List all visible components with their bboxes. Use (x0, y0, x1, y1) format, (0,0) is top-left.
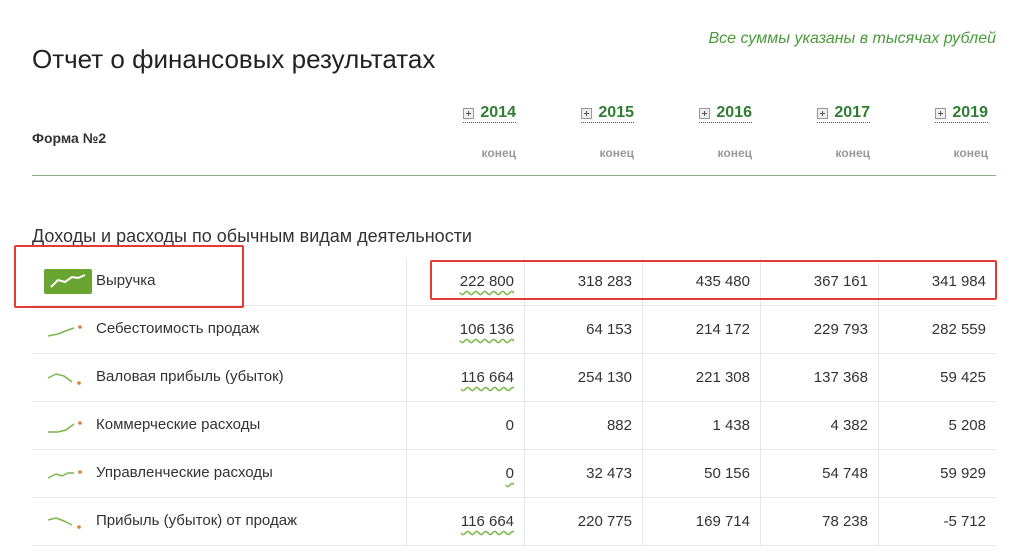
value-cell: 882 (524, 402, 642, 449)
value-cell: 78 238 (760, 498, 878, 545)
period-label: конец (717, 145, 752, 160)
year-column-2015: 2015 конец (516, 104, 634, 160)
value-cell: 50 156 (642, 450, 760, 497)
row-label[interactable]: Управленческие расходы (96, 464, 273, 481)
year-column-2017: 2017 конец (752, 104, 870, 160)
row-label[interactable]: Прибыль (убыток) от продаж (96, 512, 297, 529)
expand-icon (463, 107, 475, 119)
expand-icon (817, 107, 829, 119)
year-column-2014: 2014 конец (398, 104, 516, 160)
trend-sparkline-icon[interactable] (46, 318, 86, 340)
value-cell: 254 130 (524, 354, 642, 401)
year-link-2014[interactable]: 2014 (463, 104, 516, 123)
row-label[interactable]: Себестоимость продаж (96, 320, 259, 337)
value-cell: 5 208 (878, 402, 996, 449)
table-row-selling-expenses[interactable]: Коммерческие расходы 0 882 1 438 4 382 5… (32, 402, 996, 450)
value-cell: -5 712 (878, 498, 996, 545)
row-label[interactable]: Валовая прибыль (убыток) (96, 368, 284, 385)
value-cell: 221 308 (642, 354, 760, 401)
trend-sparkline-icon[interactable] (46, 462, 86, 484)
section-title: Доходы и расходы по обычным видам деятел… (32, 226, 472, 246)
period-label: конец (481, 145, 516, 160)
value-cell: 32 473 (524, 450, 642, 497)
year-link-2015[interactable]: 2015 (581, 104, 634, 123)
value-cell: 4 382 (760, 402, 878, 449)
table-row-cost-of-sales[interactable]: Себестоимость продаж 106 136 64 153 214 … (32, 306, 996, 354)
period-label: конец (599, 145, 634, 160)
value-cell: 1 438 (642, 402, 760, 449)
trend-sparkline-icon[interactable] (46, 414, 86, 436)
highlight-box-label (14, 245, 244, 308)
value-cell: 214 172 (642, 306, 760, 353)
units-note: Все суммы указаны в тысячах рублей (708, 30, 996, 47)
expand-icon (699, 107, 711, 119)
row-label[interactable]: Коммерческие расходы (96, 416, 260, 433)
year-link-2017[interactable]: 2017 (817, 104, 870, 123)
value-cell: 106 136 (406, 306, 524, 353)
value-cell: 116 664 (406, 354, 524, 401)
value-cell: 229 793 (760, 306, 878, 353)
value-cell: 64 153 (524, 306, 642, 353)
year-link-2019[interactable]: 2019 (935, 104, 988, 123)
table-row-sales-profit[interactable]: Прибыль (убыток) от продаж 116 664 220 7… (32, 498, 996, 546)
value-cell: 59 929 (878, 450, 996, 497)
value-cell: 59 425 (878, 354, 996, 401)
period-label: конец (835, 145, 870, 160)
value-cell: 0 (406, 402, 524, 449)
highlight-box-values (430, 260, 997, 300)
value-cell: 220 775 (524, 498, 642, 545)
table-row-gross-profit[interactable]: Валовая прибыль (убыток) 116 664 254 130… (32, 354, 996, 402)
trend-down-sparkline-icon[interactable] (46, 366, 86, 388)
year-link-2016[interactable]: 2016 (699, 104, 752, 123)
year-column-2016: 2016 конец (634, 104, 752, 160)
value-cell: 169 714 (642, 498, 760, 545)
page-title: Отчет о финансовых результатах (32, 44, 436, 74)
trend-down-sparkline-icon[interactable] (46, 510, 86, 532)
expand-icon (935, 107, 947, 119)
period-label: конец (953, 145, 988, 160)
value-cell: 116 664 (406, 498, 524, 545)
header-divider (32, 175, 996, 176)
value-cell: 54 748 (760, 450, 878, 497)
value-cell: 0 (406, 450, 524, 497)
value-cell: 137 368 (760, 354, 878, 401)
form-label: Форма №2 (32, 130, 107, 146)
value-cell: 282 559 (878, 306, 996, 353)
table-row-admin-expenses[interactable]: Управленческие расходы 0 32 473 50 156 5… (32, 450, 996, 498)
expand-icon (581, 107, 593, 119)
year-column-2019: 2019 конец (870, 104, 988, 160)
